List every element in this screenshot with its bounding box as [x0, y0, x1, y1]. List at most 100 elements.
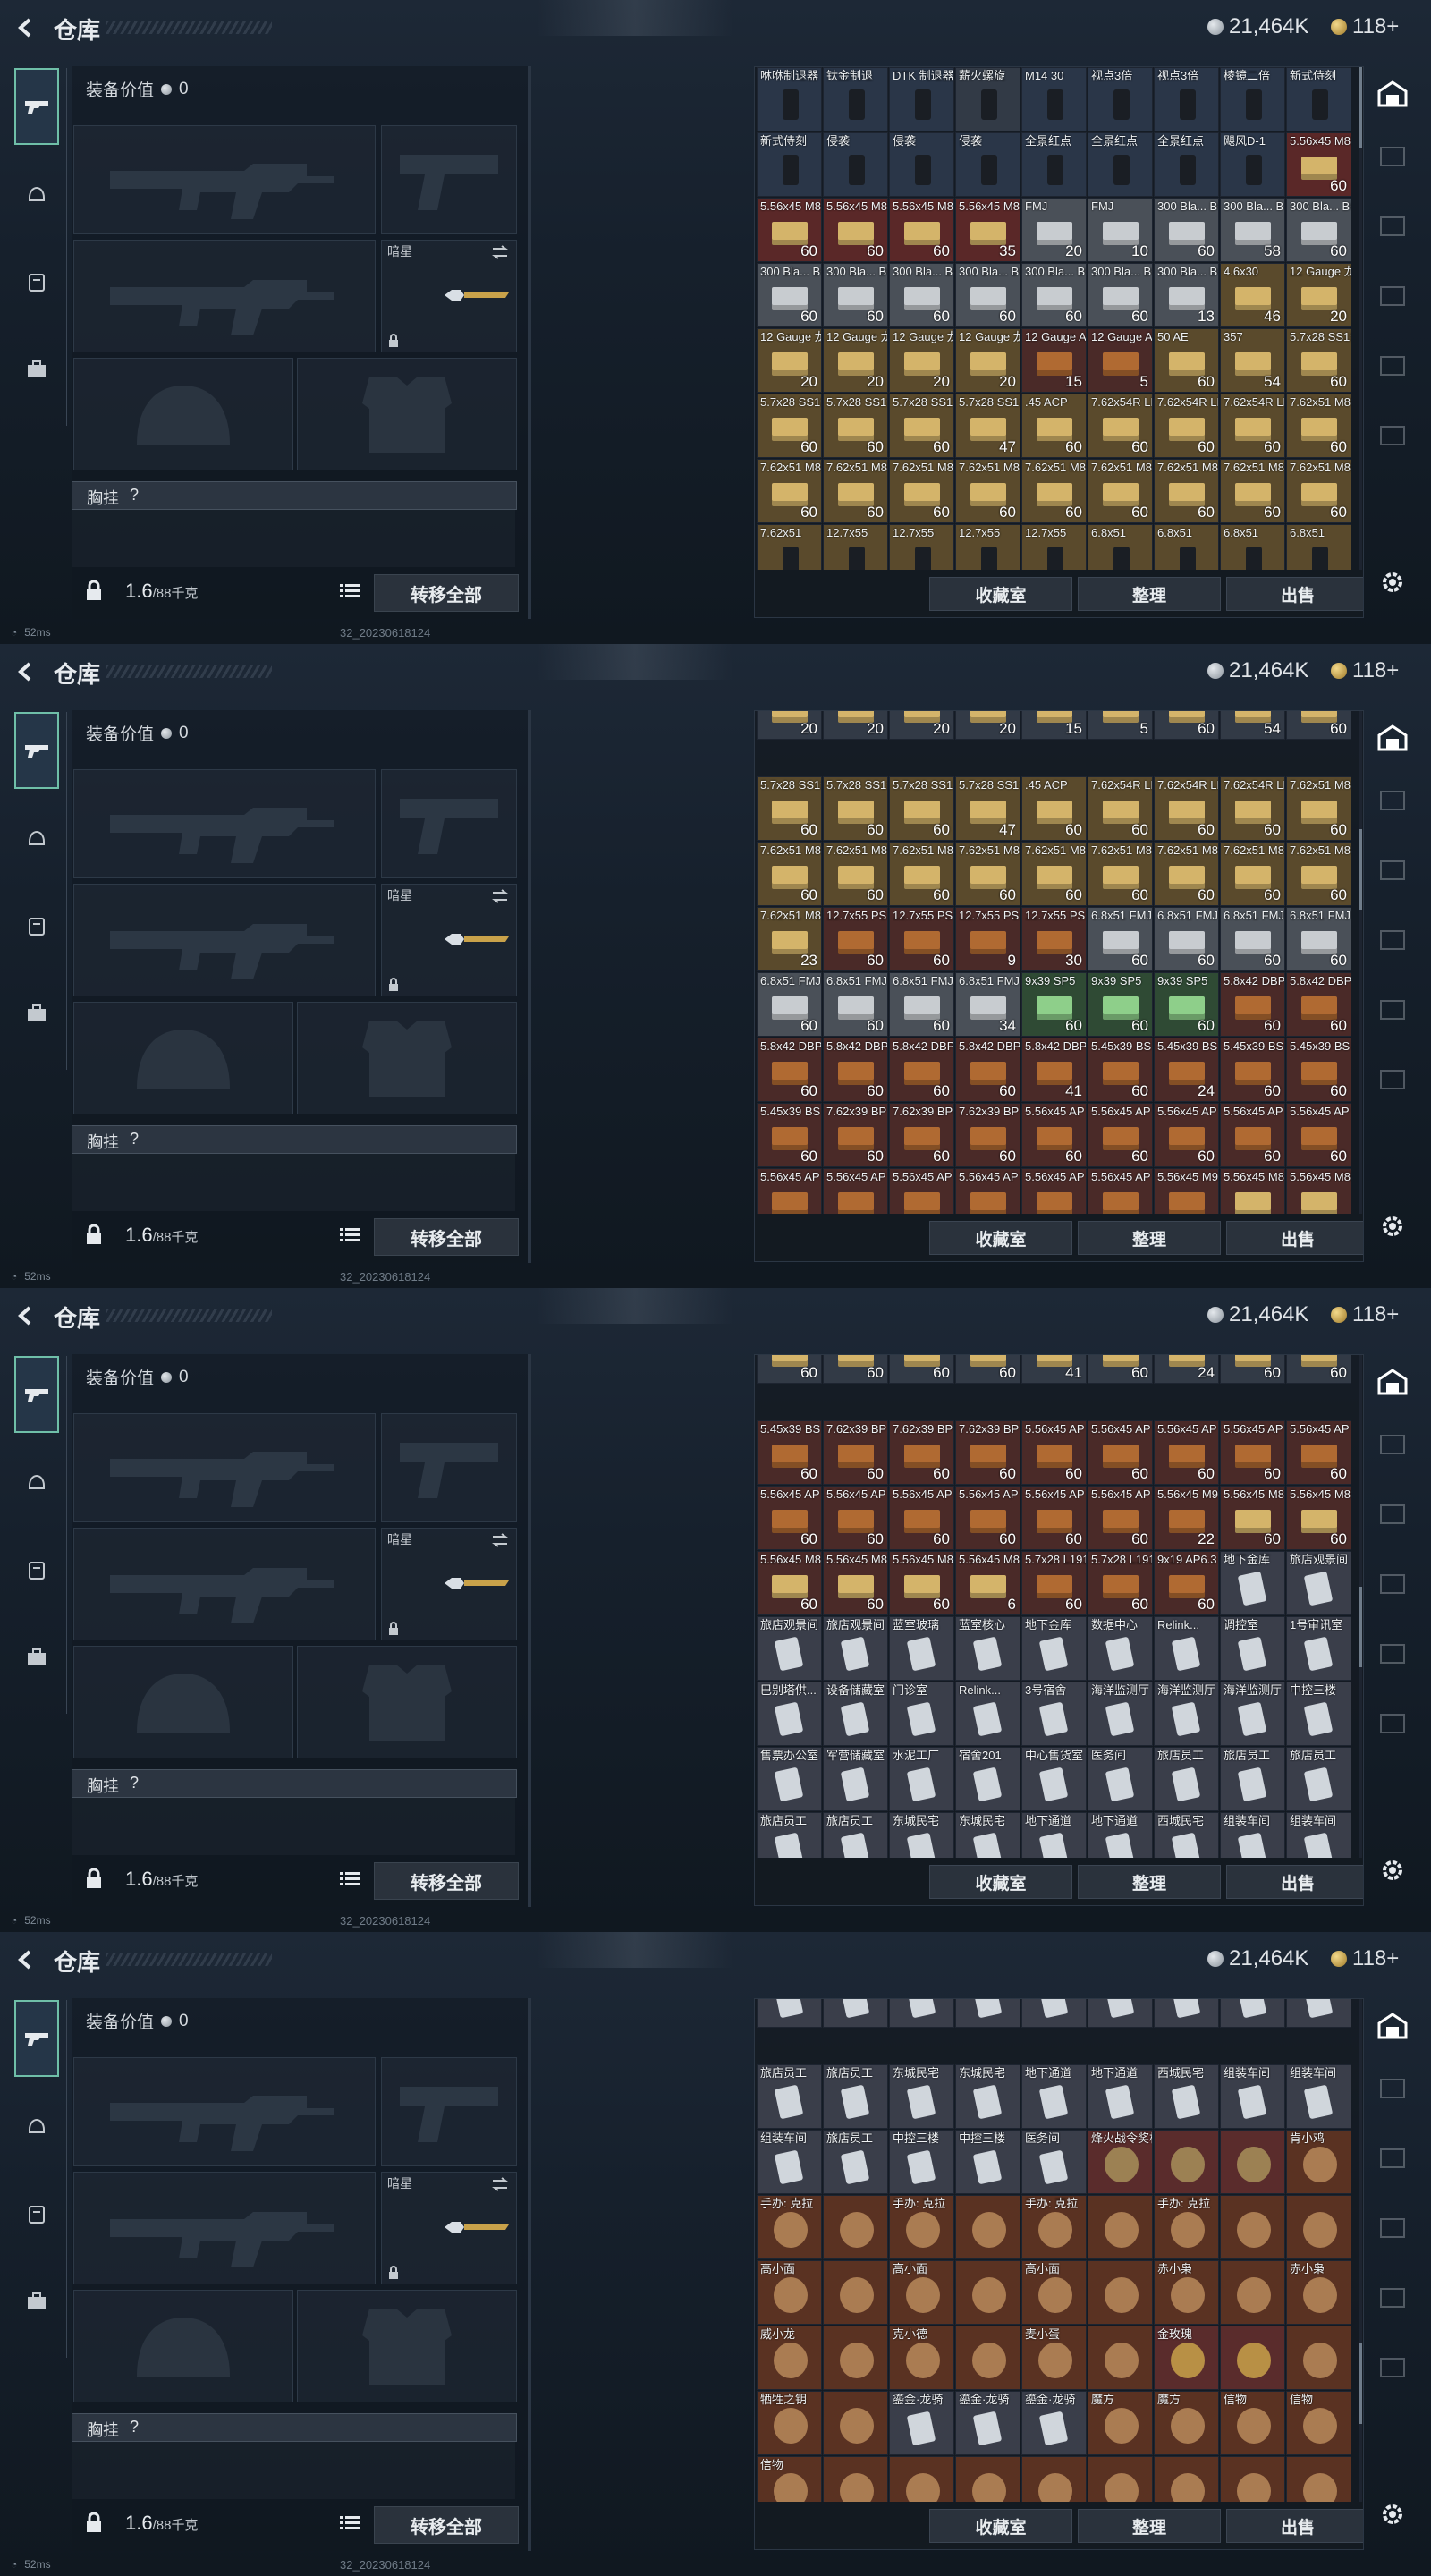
- keycard-slot[interactable]: 鎏金·龙骑: [889, 2391, 954, 2455]
- item-slot[interactable]: 7.62x54R LPS 60: [1088, 776, 1153, 841]
- item-slot[interactable]: 7.62x51 M80 60: [1088, 459, 1153, 523]
- side-tab-5[interactable]: [1370, 2333, 1415, 2402]
- keycard-slot[interactable]: 海洋监测厅: [1220, 1682, 1285, 1746]
- collectible-slot[interactable]: [1220, 2260, 1285, 2325]
- item-slot[interactable]: 12.7x55: [955, 524, 1020, 570]
- item-slot[interactable]: 5.8x42 DBP10 60: [955, 1038, 1020, 1102]
- chest-rig-header[interactable]: 胸挂 ?: [72, 1769, 517, 1798]
- collectible-slot[interactable]: [823, 2260, 888, 2325]
- keycard-slot[interactable]: 医务间: [1088, 1999, 1153, 2028]
- keycard-slot[interactable]: 鎏金·龙骑: [955, 2391, 1020, 2455]
- item-slot[interactable]: 6.8x51: [1088, 524, 1153, 570]
- keycard-slot[interactable]: 旅店观景间: [1286, 1551, 1351, 1615]
- item-slot[interactable]: 7.62x51: [757, 524, 822, 570]
- item-slot[interactable]: 5.56x45 AP 60: [1021, 1103, 1087, 1167]
- keycard-slot[interactable]: 1号审讯室: [1286, 1616, 1351, 1681]
- collectible-slot[interactable]: [823, 2195, 888, 2259]
- keycard-slot[interactable]: 西城民宅: [1154, 1812, 1219, 1858]
- side-tab-warehouse[interactable]: [1370, 66, 1415, 122]
- rail-tab-vest[interactable]: [14, 243, 59, 320]
- pistol-slot[interactable]: [381, 2057, 517, 2166]
- item-slot[interactable]: 12 Gauge 龙息 20: [955, 328, 1020, 393]
- item-slot[interactable]: 5.56x45 AP 60: [1220, 1103, 1285, 1167]
- side-tab-1[interactable]: [1370, 1410, 1415, 1479]
- pistol-slot[interactable]: [381, 769, 517, 878]
- item-slot[interactable]: 60: [955, 1355, 1020, 1384]
- item-slot[interactable]: 5.56x45 AP 60: [889, 1168, 954, 1214]
- keycard-slot[interactable]: 数据中心: [1088, 1616, 1153, 1681]
- keycard-slot[interactable]: 地下通道: [1088, 1812, 1153, 1858]
- item-slot[interactable]: 5.56x45 AP 60: [823, 1486, 888, 1550]
- collectible-slot[interactable]: [1286, 2326, 1351, 2390]
- keycard-slot[interactable]: 组装车间: [1286, 1812, 1351, 1858]
- keycard-slot[interactable]: 组装车间: [757, 2130, 822, 2194]
- back-arrow-icon[interactable]: [13, 14, 39, 41]
- item-slot[interactable]: 咻咻制退器: [757, 67, 822, 131]
- collectible-slot[interactable]: [1220, 2326, 1285, 2390]
- sell-button[interactable]: 出售: [1226, 2509, 1363, 2543]
- item-slot[interactable]: M14 30: [1021, 67, 1087, 131]
- collectible-slot[interactable]: [1220, 2130, 1285, 2194]
- item-slot[interactable]: 12 Gauge AP-20 15: [1021, 328, 1087, 393]
- item-slot[interactable]: 20: [889, 711, 954, 740]
- item-slot[interactable]: 5.56x45 AP 60: [1154, 1420, 1219, 1485]
- keycard-slot[interactable]: 旅店员工: [823, 2064, 888, 2129]
- keycard-slot[interactable]: 组装车间: [1220, 2064, 1285, 2129]
- item-slot[interactable]: 6.8x51: [1154, 524, 1219, 570]
- sell-button[interactable]: 出售: [1226, 1865, 1363, 1899]
- side-tab-warehouse[interactable]: [1370, 1354, 1415, 1410]
- keycard-slot[interactable]: 巴别塔供...: [757, 1682, 822, 1746]
- keycard-slot[interactable]: 旅店员工: [1286, 1747, 1351, 1811]
- keycard-slot[interactable]: 中控三楼: [955, 2130, 1020, 2194]
- primary-weapon-slot[interactable]: [73, 769, 376, 878]
- keycard-slot[interactable]: 东城民宅: [889, 1812, 954, 1858]
- transfer-all-button[interactable]: 转移全部: [374, 574, 519, 612]
- secondary-weapon-slot[interactable]: [73, 1528, 376, 1640]
- item-slot[interactable]: 7.62x39 BP 60: [889, 1420, 954, 1485]
- side-tab-2[interactable]: [1370, 1479, 1415, 1549]
- item-slot[interactable]: 5.56x45 AP 60: [955, 1168, 1020, 1214]
- warehouse-scroll-thumb[interactable]: [1359, 828, 1362, 910]
- list-icon[interactable]: [340, 1871, 360, 1887]
- side-tab-5[interactable]: [1370, 1689, 1415, 1758]
- item-slot[interactable]: 5.56x45 AP 60: [1088, 1168, 1153, 1214]
- keycard-slot[interactable]: Relink...: [1154, 1616, 1219, 1681]
- item-slot[interactable]: 5.7x28 SS190 47: [955, 394, 1020, 458]
- chest-rig-header[interactable]: 胸挂 ?: [72, 481, 517, 510]
- keycard-slot[interactable]: 中控三楼: [889, 2130, 954, 2194]
- back-arrow-icon[interactable]: [13, 658, 39, 685]
- collectible-slot[interactable]: 手办: 克拉: [1021, 2195, 1087, 2259]
- item-slot[interactable]: 5.7x28 SS190 60: [823, 394, 888, 458]
- side-tab-4[interactable]: [1370, 1619, 1415, 1689]
- side-tab-1[interactable]: [1370, 766, 1415, 835]
- item-slot[interactable]: 20: [757, 711, 822, 740]
- item-slot[interactable]: 6.8x51 FMJ 60: [757, 972, 822, 1037]
- item-slot[interactable]: 5.56x45 AP 60: [1088, 1420, 1153, 1485]
- collectible-slot[interactable]: [823, 2456, 888, 2502]
- item-slot[interactable]: 7.62x51 M80 60: [1154, 459, 1219, 523]
- melee-slot[interactable]: 暗星: [381, 1528, 517, 1640]
- back-arrow-icon[interactable]: [13, 1946, 39, 1973]
- item-slot[interactable]: 7.62x51 M80 60: [1220, 842, 1285, 906]
- keycard-slot[interactable]: 设备储藏室: [823, 1682, 888, 1746]
- item-slot[interactable]: 300 Bla... BCP FMJ 60: [1286, 198, 1351, 262]
- side-tab-3[interactable]: [1370, 905, 1415, 975]
- keycard-slot[interactable]: 3号宿舍: [1021, 1682, 1087, 1746]
- item-slot[interactable]: 5.56x45 M855A1 60: [1286, 1168, 1351, 1214]
- item-slot[interactable]: 5.45x39 BS 60: [1220, 1038, 1285, 1102]
- transfer-all-button[interactable]: 转移全部: [374, 1218, 519, 1256]
- item-slot[interactable]: 7.62x51 M80 60: [757, 842, 822, 906]
- keycard-slot[interactable]: 旅店员工: [1220, 1747, 1285, 1811]
- item-slot[interactable]: .45 ACP 60: [1021, 394, 1087, 458]
- collectible-slot[interactable]: [1088, 2195, 1153, 2259]
- collectible-slot[interactable]: [955, 2260, 1020, 2325]
- item-slot[interactable]: 7.62x39 BP 60: [823, 1420, 888, 1485]
- item-slot[interactable]: 41: [1021, 1355, 1087, 1384]
- keycard-slot[interactable]: 地下金库: [1021, 1616, 1087, 1681]
- item-slot[interactable]: 5.56x45 M855A1 60: [823, 1551, 888, 1615]
- collectible-slot[interactable]: [955, 2456, 1020, 2502]
- rail-tab-weapons[interactable]: [14, 2000, 59, 2077]
- item-slot[interactable]: 5.7x28 L191 60: [1021, 1551, 1087, 1615]
- pistol-slot[interactable]: [381, 125, 517, 234]
- keycard-slot[interactable]: 海洋监测厅: [1154, 1682, 1219, 1746]
